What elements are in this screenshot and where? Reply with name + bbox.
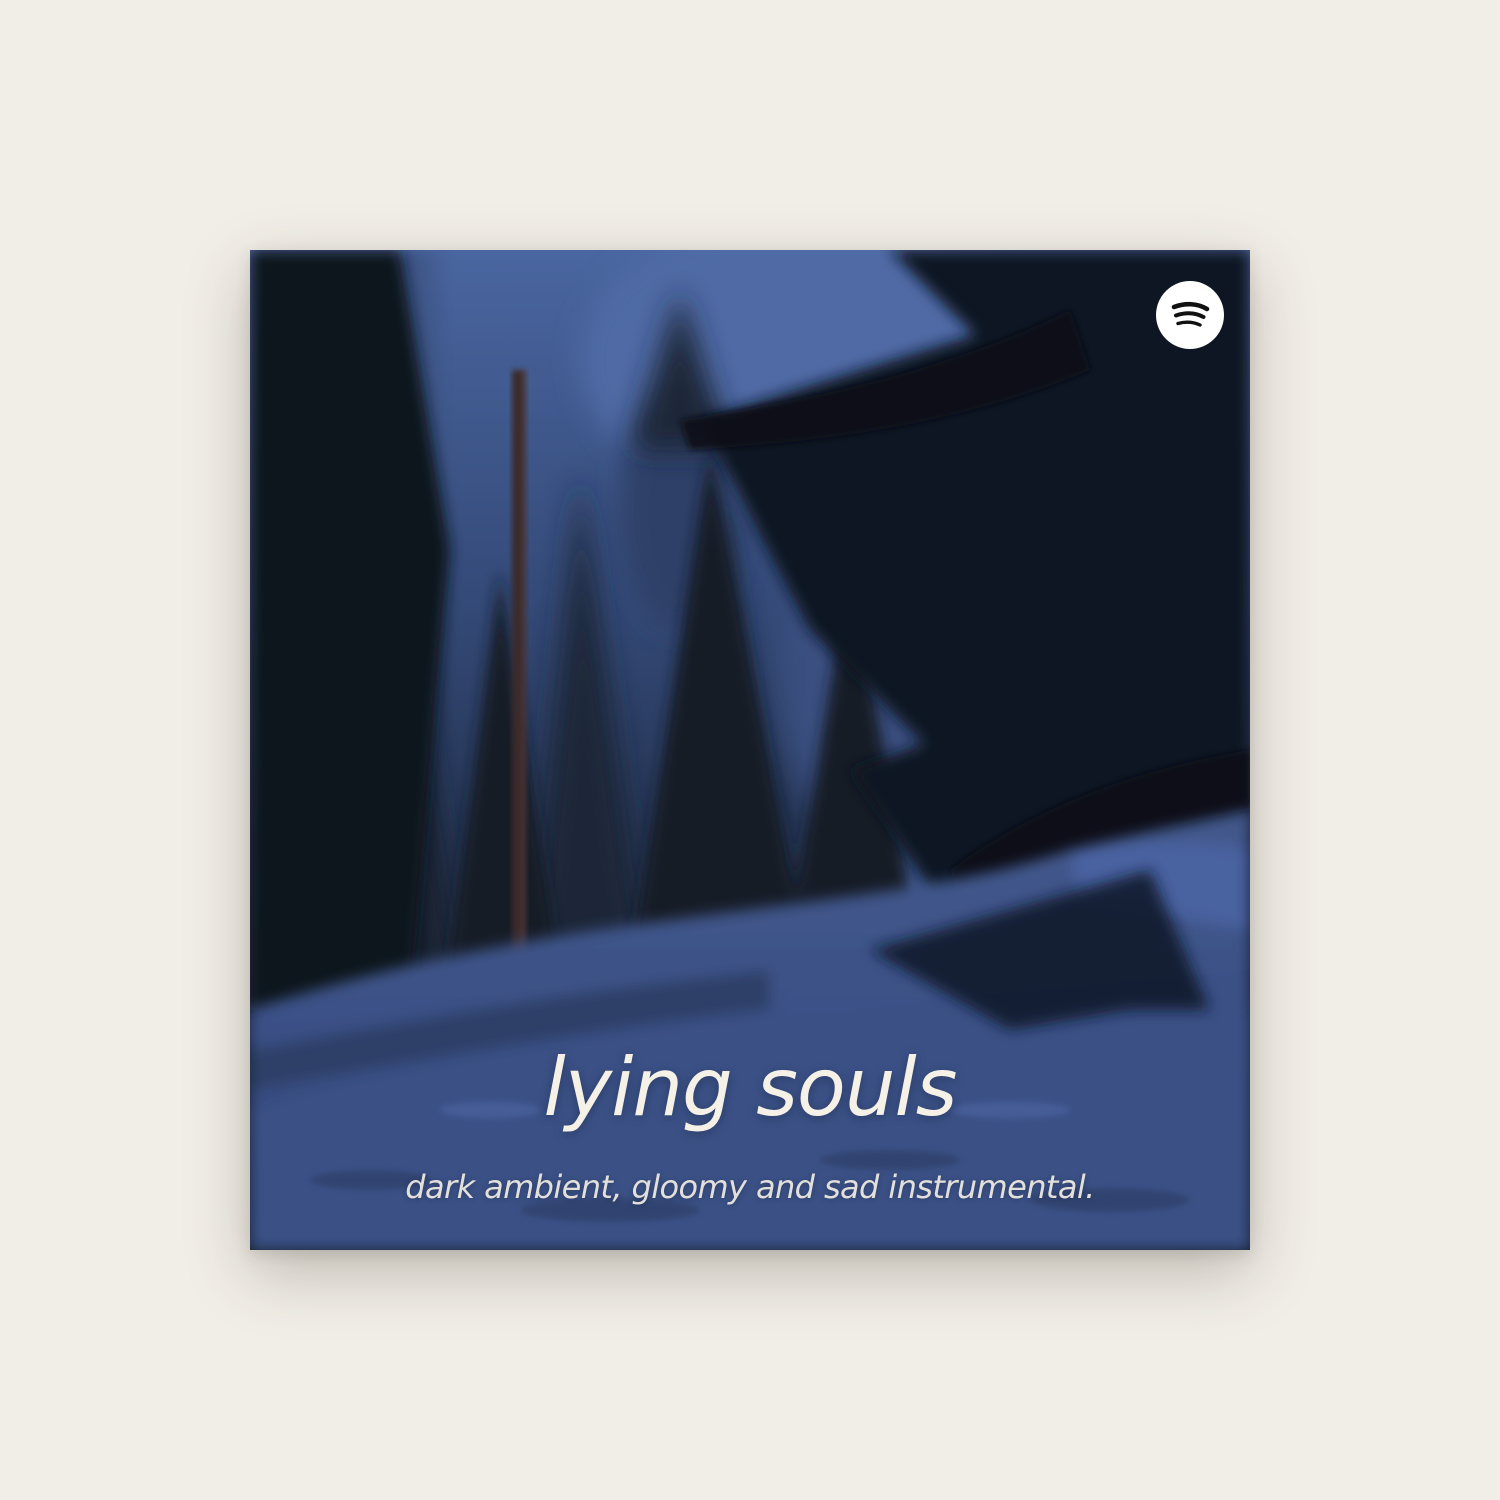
playlist-title: lying souls [543, 1041, 958, 1134]
spotify-logo-icon[interactable] [1156, 281, 1224, 349]
playlist-description: dark ambient, gloomy and sad instrumenta… [405, 1168, 1095, 1206]
playlist-cover[interactable]: lying souls dark ambient, gloomy and sad… [250, 250, 1250, 1250]
